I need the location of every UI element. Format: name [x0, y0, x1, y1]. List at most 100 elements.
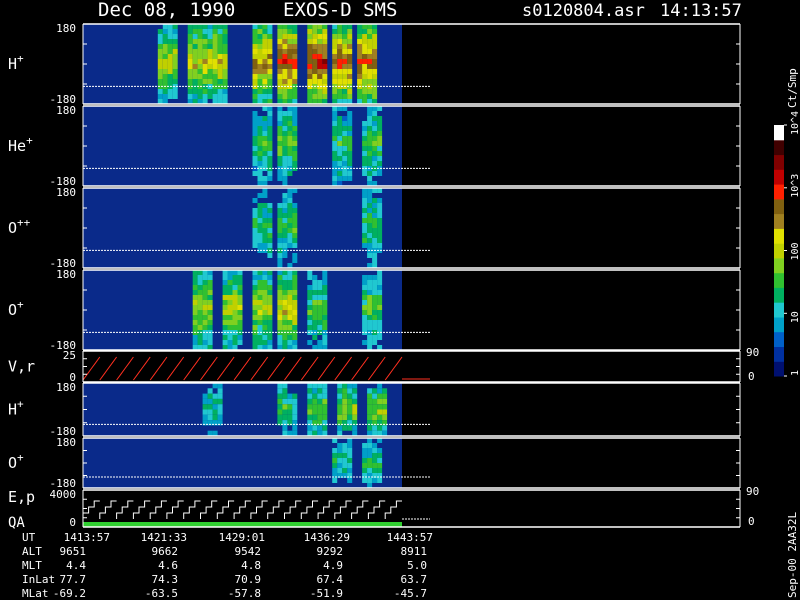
panel-3-cell	[192, 315, 198, 320]
panel-0-cell	[192, 59, 198, 64]
panel-0-cell	[322, 39, 328, 44]
footer-ut-4: 1443:57	[387, 531, 433, 544]
panel-6-cell	[372, 443, 378, 448]
panel-0-cell	[202, 79, 208, 84]
panel-5-cell	[277, 414, 283, 421]
panel-3-cell	[282, 315, 288, 320]
panel-3-cell	[372, 295, 378, 300]
panel-2-cell	[277, 218, 283, 223]
footer-inlat-3: 67.4	[317, 573, 344, 586]
panel-2-cell	[282, 208, 288, 213]
panel-0-cell	[252, 29, 258, 34]
panel-0-cell	[202, 39, 208, 44]
panel-5-cell	[282, 393, 288, 399]
panel-2-cell	[277, 243, 283, 248]
panel-0-cell	[287, 39, 293, 44]
panel-3-cell	[257, 315, 263, 320]
panel-0-cell	[187, 34, 193, 39]
panel-1-cell	[362, 126, 368, 131]
panel-6-cell	[362, 448, 368, 453]
panel-0-cell	[347, 49, 353, 54]
panel-0-cell	[312, 69, 318, 74]
panel-3-cell	[262, 320, 268, 325]
panel-2-cell	[367, 223, 373, 228]
panel-0-cell	[287, 54, 293, 59]
panel-0-cell	[167, 94, 173, 99]
panel-0-cell	[157, 79, 163, 84]
panel-1-cell	[342, 161, 348, 166]
panel-0-cell	[292, 89, 298, 94]
panel-0-cell	[312, 79, 318, 84]
panel-1-cell	[267, 161, 273, 166]
panel-0-cell	[187, 44, 193, 49]
panel-5-cell	[317, 409, 323, 415]
panel-1-cell	[377, 151, 383, 156]
panel-6-cell	[332, 458, 338, 463]
panel-3-cell	[287, 335, 293, 340]
panel-3-cell	[207, 300, 213, 305]
panel-2-cell	[287, 218, 293, 223]
panel-0-cell	[332, 94, 338, 99]
panel-2-cell	[257, 208, 263, 213]
panel-0-cell	[322, 34, 328, 39]
header-file: s0120804.asr	[522, 1, 645, 21]
panel-3-cell	[252, 285, 258, 290]
panel-5-cell	[312, 414, 318, 421]
panel-2-cell	[252, 228, 258, 233]
panel-2-cell	[262, 203, 268, 208]
panel-5-cell	[317, 414, 323, 421]
panel-0-cell	[372, 34, 378, 39]
panel-2-cell	[362, 223, 368, 228]
panel-1-cell	[277, 151, 283, 156]
panel-3-cell	[232, 275, 238, 280]
panel-6-cell	[347, 448, 353, 453]
panel-3-cell	[377, 295, 383, 300]
panel-0-cell	[167, 89, 173, 94]
panel-1-cell	[377, 156, 383, 161]
panel-5-cell	[322, 388, 328, 394]
panel-2-cell	[262, 193, 268, 198]
panel-1-cell	[252, 171, 258, 176]
panel-0-cell	[277, 89, 283, 94]
panel-5-cell	[367, 388, 373, 394]
panel-0-cell	[277, 44, 283, 49]
panel-1-cell	[347, 156, 353, 161]
panel-3-cell	[222, 315, 228, 320]
panel-0-cell	[222, 44, 228, 49]
panel-3-cell	[197, 275, 203, 280]
panel-0-cell	[312, 59, 318, 64]
panel-0-cell	[337, 54, 343, 59]
panel-0-cell	[197, 79, 203, 84]
panel-0-cell	[282, 34, 288, 39]
panel-1-cell	[377, 141, 383, 146]
panel-3-cell	[372, 275, 378, 280]
panel-1-cell	[282, 176, 288, 181]
panel-0-cell	[192, 69, 198, 74]
panel-0-cell	[287, 89, 293, 94]
panel-1-cell	[342, 156, 348, 161]
panel-2-cell	[372, 233, 378, 238]
panel-5-cell	[277, 393, 283, 399]
panel-3-cell	[312, 275, 318, 280]
panel-0-cell	[202, 59, 208, 64]
panel-5-cell	[282, 383, 288, 389]
colorbar: 1 10 100 10^3 10^4	[774, 111, 800, 377]
panel-2-cell	[367, 198, 373, 203]
panel-6-cell	[342, 468, 348, 473]
panel-1-cell	[342, 146, 348, 151]
panel-3-cell	[227, 325, 233, 330]
panel-0-cell	[372, 89, 378, 94]
panel-0-cell	[307, 89, 313, 94]
panel-3-cell	[207, 280, 213, 285]
panel-0-cell	[157, 64, 163, 69]
panel-2-cell	[292, 218, 298, 223]
panel-1-cell	[332, 121, 338, 126]
panel-3-cell	[262, 315, 268, 320]
panel-1-cell	[252, 116, 258, 121]
panel-5-cell	[277, 409, 283, 415]
panel-1-cell	[362, 136, 368, 141]
panel-3-cell	[227, 275, 233, 280]
panel-3-cell	[207, 320, 213, 325]
panel-5-cell	[312, 425, 318, 431]
panel-5-cell	[342, 388, 348, 394]
